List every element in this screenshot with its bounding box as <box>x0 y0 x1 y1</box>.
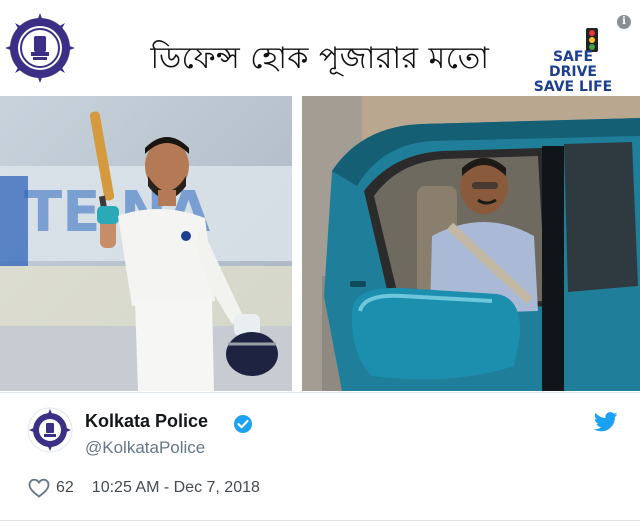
twitter-bird-icon[interactable] <box>594 412 618 432</box>
tweet-meta: 62 10:25 AM - Dec 7, 2018 <box>28 478 260 498</box>
info-icon[interactable]: i <box>617 15 631 29</box>
verified-badge-icon <box>234 415 252 433</box>
user-handle[interactable]: @KolkataPolice <box>85 438 205 458</box>
poster-headline: ডিফেন্স হোক পূজারার মতো <box>150 41 490 76</box>
poster-banner: ডিফেন্স হোক পূজারার মতো SAFE DRIVE SAVE … <box>0 0 640 96</box>
bottom-divider <box>0 520 640 521</box>
divider <box>0 392 640 393</box>
campaign-logo: SAFE DRIVE SAVE LIFE <box>529 50 617 95</box>
campaign-line-2: SAVE LIFE <box>533 79 613 95</box>
timestamp[interactable]: 10:25 AM - Dec 7, 2018 <box>92 479 260 497</box>
photo-cricketer[interactable]: TE NA <box>0 96 292 391</box>
photo-driver-in-car[interactable] <box>302 96 640 391</box>
kolkata-police-emblem-icon <box>5 13 75 83</box>
heart-icon[interactable] <box>28 478 50 498</box>
campaign-line-1: SAFE DRIVE <box>548 49 597 80</box>
avatar[interactable] <box>27 407 73 453</box>
display-name[interactable]: Kolkata Police <box>85 411 208 432</box>
embedded-tweet[interactable]: ডিফেন্স হোক পূজারার মতো SAFE DRIVE SAVE … <box>0 0 640 532</box>
like-count[interactable]: 62 <box>56 479 74 497</box>
